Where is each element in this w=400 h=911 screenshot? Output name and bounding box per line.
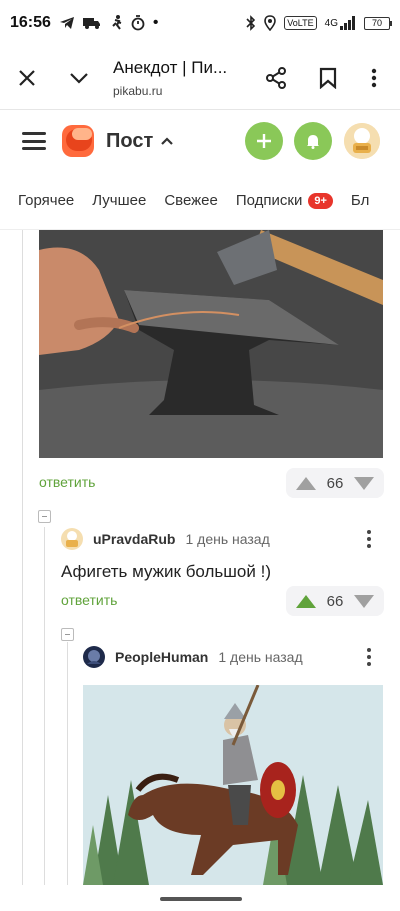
- reply-link[interactable]: ответить: [39, 474, 95, 490]
- section-title-label: Пост: [106, 129, 154, 152]
- subscriptions-count-badge: 9+: [308, 192, 333, 209]
- menu-icon[interactable]: [22, 132, 46, 150]
- tab-label: Лучшее: [92, 192, 147, 209]
- comment-author[interactable]: PeopleHuman: [115, 649, 208, 665]
- comment-image-warrior[interactable]: [83, 685, 383, 885]
- close-icon: [19, 69, 35, 86]
- reply-link[interactable]: ответить: [61, 592, 117, 608]
- status-bar: 16:56 • VoLTE 4G 70: [0, 0, 400, 46]
- warrior-illustration: [83, 685, 383, 885]
- vote-box: 66: [286, 468, 384, 498]
- comment-author[interactable]: uPravdaRub: [93, 531, 175, 547]
- status-time: 16:56: [10, 14, 51, 31]
- tab-fresh[interactable]: Свежее: [164, 192, 218, 209]
- comment-header: uPravdaRub 1 день назад: [61, 528, 270, 550]
- downvote-icon[interactable]: [354, 476, 374, 490]
- upvote-icon[interactable]: [296, 594, 316, 608]
- user-avatar[interactable]: [344, 123, 380, 159]
- site-header: Пост: [0, 110, 400, 172]
- vote-count: 66: [326, 474, 344, 492]
- chevron-down-icon: [70, 72, 88, 84]
- thread-line: [22, 230, 23, 885]
- comments-feed: ответить 66 uPravdaRub 1 день назад Афиг…: [0, 230, 400, 885]
- location-icon: [264, 15, 277, 31]
- vote-count: 66: [326, 592, 344, 610]
- downvote-icon[interactable]: [354, 594, 374, 608]
- share-button[interactable]: [256, 58, 296, 98]
- notification-icons: •: [59, 14, 159, 32]
- browser-toolbar: Анекдот | Пи... pikabu.ru: [0, 46, 400, 110]
- more-menu-button[interactable]: [354, 58, 394, 98]
- gesture-nav-bar: [0, 885, 400, 911]
- section-title[interactable]: Пост: [106, 129, 174, 153]
- upvote-icon[interactable]: [296, 476, 316, 490]
- category-tabs: Горячее Лучшее Свежее Подписки 9+ Бл: [0, 172, 400, 230]
- comment-actions: ответить: [61, 592, 117, 608]
- tab-blogs[interactable]: Бл: [351, 192, 369, 209]
- comment-menu-button[interactable]: [367, 648, 371, 666]
- battery-icon: 70: [364, 16, 392, 30]
- timer-icon: [131, 15, 145, 31]
- browser-titles: Анекдот | Пи... pikabu.ru: [113, 58, 256, 98]
- comment-actions: ответить: [39, 474, 95, 490]
- bluetooth-icon: [246, 15, 256, 31]
- add-post-button[interactable]: [245, 122, 283, 160]
- avatar-image: [83, 646, 105, 668]
- page-url: pikabu.ru: [113, 83, 163, 98]
- telegram-icon: [59, 17, 74, 29]
- comment-image-anvil[interactable]: [39, 230, 383, 458]
- tab-label: Свежее: [164, 192, 218, 209]
- tab-label: Горячее: [18, 192, 75, 209]
- tab-best[interactable]: Лучшее: [92, 192, 146, 209]
- collapse-thread-button[interactable]: [38, 510, 51, 523]
- avatar[interactable]: [83, 646, 105, 668]
- avatar-image: [344, 123, 380, 159]
- pikabu-logo[interactable]: [62, 125, 94, 157]
- avatar[interactable]: [61, 528, 83, 550]
- bookmark-icon: [319, 67, 337, 89]
- thread-line: [44, 527, 45, 885]
- plus-icon: [257, 134, 271, 148]
- collapse-thread-button[interactable]: [61, 628, 74, 641]
- tab-subscriptions[interactable]: Подписки 9+: [236, 192, 333, 209]
- comment-menu-button[interactable]: [367, 530, 371, 548]
- comment-text: Афигеть мужик большой !): [61, 562, 271, 581]
- bell-icon: [307, 135, 319, 149]
- signal-icon: [340, 16, 355, 30]
- dot-icon: •: [152, 14, 159, 31]
- minimize-tab-button[interactable]: [59, 58, 99, 98]
- comment-header: PeopleHuman 1 день назад: [83, 646, 303, 668]
- thread-line: [67, 642, 68, 885]
- network-label: 4G: [324, 17, 338, 29]
- close-tab-button[interactable]: [7, 58, 47, 98]
- system-icons: VoLTE 4G 70: [246, 15, 392, 31]
- running-icon: [112, 15, 122, 30]
- page-title: Анекдот | Пи...: [113, 57, 228, 77]
- share-icon: [266, 66, 286, 89]
- volte-badge: VoLTE: [284, 16, 317, 30]
- tab-hot[interactable]: Горячее: [18, 192, 74, 209]
- vote-box: 66: [286, 586, 384, 616]
- tab-label: Бл: [350, 192, 370, 209]
- chevron-up-icon: [161, 137, 174, 145]
- truck-icon: [82, 18, 100, 29]
- tab-label: Подписки: [235, 192, 303, 209]
- avatar-image: [61, 528, 83, 550]
- comment-time: 1 день назад: [218, 649, 303, 665]
- home-gesture-handle[interactable]: [160, 897, 242, 901]
- more-vertical-icon: [371, 68, 377, 87]
- anvil-illustration: [39, 230, 383, 458]
- notifications-button[interactable]: [294, 122, 332, 160]
- bookmark-button[interactable]: [308, 58, 348, 98]
- comment-time: 1 день назад: [185, 531, 270, 547]
